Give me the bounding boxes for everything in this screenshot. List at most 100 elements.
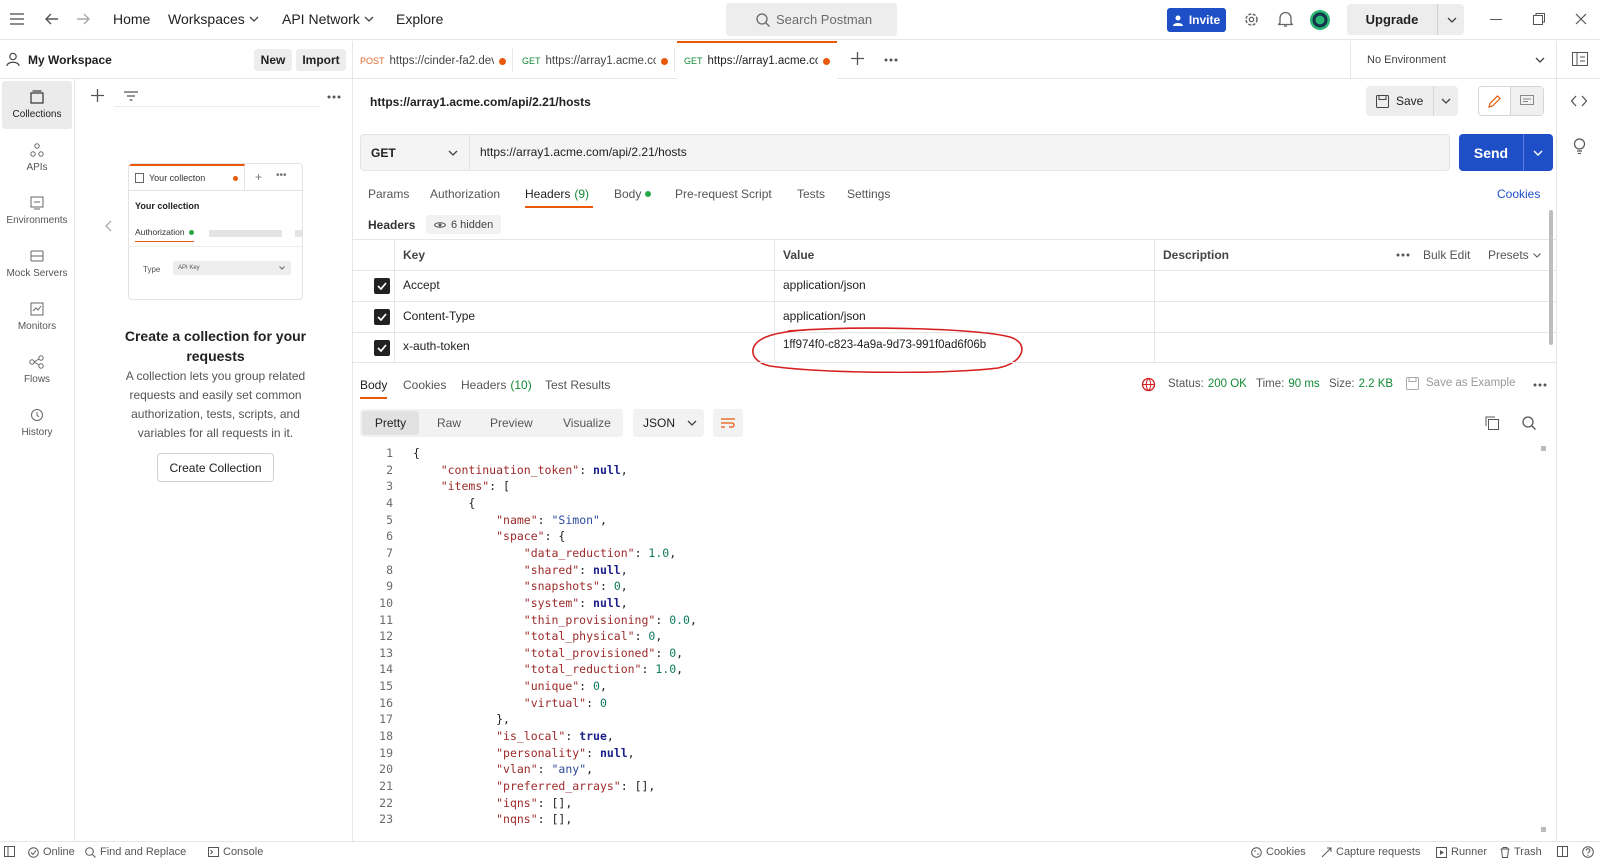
code-line[interactable]: "name": "Simon",	[413, 513, 607, 527]
header-value-2[interactable]: application/json	[783, 309, 866, 323]
workspace-name[interactable]: My Workspace	[28, 53, 112, 67]
close-icon[interactable]	[1575, 13, 1587, 25]
response-tab-cookies[interactable]: Cookies	[403, 378, 446, 392]
response-tab-headers[interactable]: Headers (10)	[461, 378, 532, 392]
trash[interactable]: Trash	[1500, 846, 1542, 858]
response-body-code[interactable]: 1 {2 "continuation_token": null, 3 "items"…	[357, 444, 1537, 834]
more-icon[interactable]	[1533, 383, 1547, 387]
rail-flows[interactable]: Flows	[2, 346, 72, 394]
tab-body[interactable]: Body	[614, 187, 652, 201]
header-key-3[interactable]: x-auth-token	[403, 339, 470, 353]
cookies-link[interactable]: Cookies	[1497, 187, 1540, 201]
rail-monitors[interactable]: Monitors	[2, 293, 72, 341]
view-raw[interactable]: Raw	[437, 416, 461, 430]
code-scrollbar-bottom[interactable]	[1541, 827, 1546, 832]
code-line[interactable]: "total_physical": 0,	[413, 629, 663, 643]
code-line[interactable]: "total_provisioned": 0,	[413, 646, 683, 660]
code-line[interactable]: "personality": null,	[413, 746, 635, 760]
header-key-1[interactable]: Accept	[403, 278, 440, 292]
tab-tests[interactable]: Tests	[797, 187, 825, 201]
code-line[interactable]: "total_reduction": 1.0,	[413, 662, 683, 676]
runner[interactable]: Runner	[1436, 846, 1487, 858]
code-line[interactable]: "snapshots": 0,	[413, 579, 628, 593]
code-line[interactable]: "virtual": 0	[413, 696, 607, 710]
gear-icon[interactable]	[1243, 11, 1260, 28]
layout-icon[interactable]	[1557, 846, 1568, 857]
tab-headers[interactable]: Headers (9)	[525, 187, 589, 201]
url-input[interactable]: https://array1.acme.com/api/2.21/hosts	[480, 145, 687, 159]
send-button[interactable]: Send	[1459, 134, 1553, 171]
response-status[interactable]: Status: 200 OK	[1168, 378, 1247, 390]
code-line[interactable]: {	[413, 446, 420, 460]
code-line[interactable]: "vlan": "any",	[413, 762, 593, 776]
code-line[interactable]: "space": {	[413, 529, 565, 543]
avatar[interactable]	[1309, 9, 1331, 31]
restore-icon[interactable]	[1533, 13, 1545, 25]
code-line[interactable]: },	[413, 712, 510, 726]
forward-arrow-icon[interactable]	[76, 13, 90, 25]
code-icon[interactable]	[1571, 95, 1587, 107]
comment-icon[interactable]	[1511, 87, 1543, 115]
view-preview[interactable]: Preview	[490, 416, 533, 430]
cookies-status[interactable]: Cookies	[1251, 846, 1306, 858]
request-tab-2[interactable]: GET https://array1.acme.co	[522, 44, 668, 78]
new-button[interactable]: New	[254, 49, 292, 71]
response-tab-test-results[interactable]: Test Results	[545, 378, 610, 392]
presets-dropdown[interactable]: Presets	[1488, 248, 1541, 262]
code-line[interactable]: "is_local": true,	[413, 729, 614, 743]
headers-scrollbar[interactable]	[1549, 210, 1553, 345]
request-title[interactable]: https://array1.acme.com/api/2.21/hosts	[370, 95, 591, 109]
tab-settings[interactable]: Settings	[847, 187, 890, 201]
code-line[interactable]: "thin_provisioning": 0.0,	[413, 613, 697, 627]
tab-authorization[interactable]: Authorization	[430, 187, 500, 201]
code-line[interactable]: "data_reduction": 1.0,	[413, 546, 676, 560]
method-select[interactable]: GET	[360, 134, 470, 171]
more-icon[interactable]	[327, 95, 341, 99]
request-tab-3[interactable]: GET https://array1.acme.co	[684, 44, 830, 78]
globe-icon[interactable]	[1141, 377, 1156, 392]
invite-button[interactable]: Invite	[1167, 8, 1226, 32]
response-time[interactable]: Time: 90 ms	[1256, 378, 1320, 390]
view-pretty[interactable]: Pretty	[362, 411, 419, 435]
more-tabs-icon[interactable]	[884, 58, 898, 62]
environment-quick-look-icon[interactable]	[1572, 52, 1588, 66]
code-scrollbar-top[interactable]	[1541, 446, 1546, 451]
collapse-chevron-icon[interactable]	[104, 220, 112, 232]
code-line[interactable]: "iqns": [],	[413, 796, 572, 810]
header-checkbox-1[interactable]	[374, 278, 390, 294]
import-button[interactable]: Import	[296, 49, 346, 71]
edit-pencil-icon[interactable]	[1479, 87, 1511, 115]
header-checkbox-2[interactable]	[374, 309, 390, 325]
view-visualize[interactable]: Visualize	[563, 416, 611, 430]
code-line[interactable]: "preferred_arrays": [],	[413, 779, 655, 793]
code-line[interactable]: "system": null,	[413, 596, 628, 610]
online-status[interactable]: Online	[28, 846, 75, 858]
minimize-icon[interactable]	[1490, 19, 1502, 20]
back-arrow-icon[interactable]	[45, 13, 59, 25]
copy-icon[interactable]	[1485, 416, 1499, 430]
code-line[interactable]: "continuation_token": null,	[413, 463, 628, 477]
search-input[interactable]: Search Postman	[726, 3, 897, 36]
sidebar-toggle-icon[interactable]	[4, 846, 15, 857]
capture-requests[interactable]: Capture requests	[1321, 846, 1420, 858]
rail-mock-servers[interactable]: Mock Servers	[2, 240, 72, 288]
rail-apis[interactable]: APIs	[2, 134, 72, 182]
menu-icon[interactable]	[10, 13, 24, 25]
response-size[interactable]: Size: 2.2 KB	[1329, 378, 1393, 390]
console[interactable]: Console	[208, 846, 263, 858]
create-collection-button[interactable]: Create Collection	[157, 453, 274, 482]
header-key-2[interactable]: Content-Type	[403, 309, 475, 323]
environment-selector[interactable]: No Environment	[1367, 54, 1446, 66]
chevron-down-icon[interactable]	[1535, 57, 1545, 63]
save-button[interactable]: Save	[1366, 86, 1458, 116]
new-tab-icon[interactable]	[851, 52, 864, 65]
upgrade-button[interactable]: Upgrade	[1347, 4, 1464, 35]
bulk-edit-button[interactable]: Bulk Edit	[1423, 248, 1470, 262]
nav-api-network[interactable]: API Network	[282, 11, 374, 27]
more-icon[interactable]	[1396, 253, 1410, 257]
search-icon[interactable]	[1522, 416, 1536, 430]
code-line[interactable]: {	[413, 496, 475, 510]
help-icon[interactable]	[1582, 846, 1594, 858]
code-line[interactable]: "unique": 0,	[413, 679, 607, 693]
collection-search-input[interactable]	[114, 86, 320, 107]
